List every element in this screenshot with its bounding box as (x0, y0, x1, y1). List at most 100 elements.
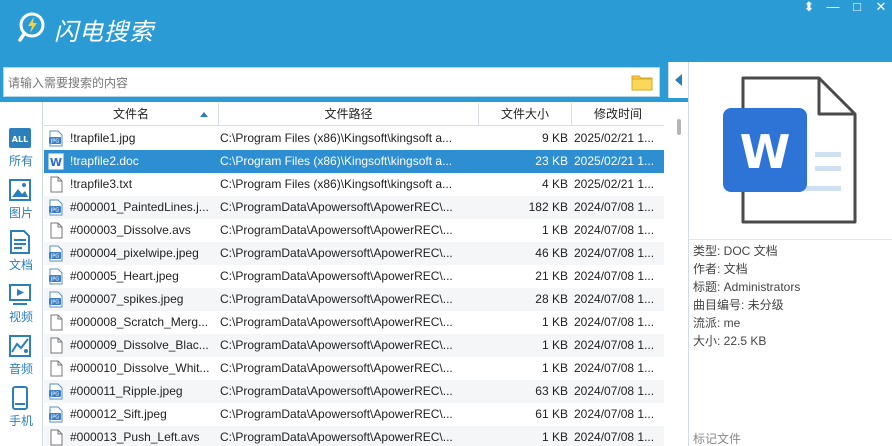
file-size: 9 KB (541, 131, 568, 145)
pin-button[interactable]: ⬍ (798, 0, 820, 16)
sidebar-item-audio[interactable]: 音频 (0, 328, 42, 380)
modified-time: 2024/07/08 1... (574, 223, 655, 237)
file-size: 1 KB (541, 430, 568, 444)
modified-time: 2024/07/08 1... (574, 200, 655, 214)
file-name: #000005_Heart.jpeg (70, 269, 179, 283)
file-size: 4 KB (541, 177, 568, 191)
table-row[interactable]: JPG #000005_Heart.jpeg C:\ProgramData\Apow… (44, 265, 664, 288)
generic-file-icon (48, 360, 64, 377)
sidebar-item-phone[interactable]: 手机 (0, 380, 42, 432)
file-table-body: JPG !trapfile1.jpg C:\Program Files (x86)\… (44, 127, 664, 446)
table-row[interactable]: #000009_Dissolve_Blac... C:\ProgramData\A… (44, 334, 664, 357)
close-button[interactable]: ✕ (870, 0, 892, 16)
minimize-button[interactable]: — (822, 0, 844, 16)
file-name: #000008_Scratch_Merg... (70, 315, 209, 329)
sidebar-item-label: 所有 (8, 154, 33, 168)
column-header-size[interactable]: 文件大小 (479, 103, 572, 126)
file-size: 182 KB (528, 200, 568, 214)
sort-ascending-icon (200, 112, 208, 117)
audio-icon (9, 335, 31, 357)
folder-icon[interactable] (631, 73, 653, 91)
svg-text:ALL: ALL (12, 135, 28, 144)
file-size: 46 KB (535, 246, 568, 260)
search-box (3, 67, 660, 97)
table-row[interactable]: #000003_Dissolve.avs C:\ProgramData\Apowe… (44, 219, 664, 242)
table-row[interactable]: JPG !trapfile1.jpg C:\Program Files (x86)\… (44, 127, 664, 150)
svg-text:W: W (740, 125, 791, 179)
file-path: C:\ProgramData\Apowersoft\ApowerREC\... (220, 269, 453, 283)
column-header-label: 修改时间 (593, 107, 642, 121)
sidebar-item-label: 视频 (8, 310, 33, 324)
column-header-label: 文件大小 (500, 107, 549, 121)
vertical-scrollbar[interactable] (665, 103, 687, 446)
file-name: #000001_PaintedLines.j... (70, 200, 209, 214)
table-row[interactable]: JPG #000007_spikes.jpeg C:\ProgramData\Apo… (44, 288, 664, 311)
image-icon (9, 179, 31, 201)
modified-time: 2024/07/08 1... (574, 338, 655, 352)
table-row[interactable]: #000010_Dissolve_Whit... C:\ProgramData\A… (44, 357, 664, 380)
table-row[interactable]: JPG #000012_Sift.jpeg C:\ProgramData\Apowe… (44, 403, 664, 426)
file-name: #000009_Dissolve_Blac... (70, 338, 209, 352)
search-input[interactable] (8, 74, 618, 92)
file-size: 21 KB (535, 269, 568, 283)
svg-text:JPG: JPG (50, 392, 59, 398)
file-path: C:\ProgramData\Apowersoft\ApowerREC\... (220, 200, 453, 214)
sidebar-item-label: 图片 (8, 206, 33, 220)
jpg-file-icon: JPG (48, 245, 64, 262)
table-row[interactable]: JPG #000001_PaintedLines.j... C:\ProgramDa… (44, 196, 664, 219)
generic-file-icon (48, 429, 64, 446)
table-row-selected[interactable]: W !trapfile2.doc C:\Program Files (x86)\Ki… (44, 150, 664, 173)
sidebar-item-images[interactable]: 图片 (0, 172, 42, 224)
svg-text:JPG: JPG (50, 254, 59, 260)
scrollbar-thumb[interactable] (677, 119, 681, 135)
jpg-file-icon: JPG (48, 268, 64, 285)
mark-file-label[interactable]: 标记文件 (693, 430, 741, 446)
column-header-label: 文件名 (112, 107, 149, 121)
file-name: #000007_spikes.jpeg (70, 292, 184, 306)
property-line: 作者: 文档 (693, 262, 748, 276)
table-row[interactable]: #000013_Push_Left.avs C:\ProgramData\Apow… (44, 426, 664, 446)
modified-time: 2025/02/21 1... (574, 131, 655, 145)
file-name: #000013_Push_Left.avs (70, 430, 200, 444)
property-line: 曲目编号: 未分级 (693, 298, 784, 312)
table-row[interactable]: JPG #000011_Ripple.jpeg C:\ProgramData\Apo… (44, 380, 664, 403)
file-path: C:\ProgramData\Apowersoft\ApowerREC\... (220, 384, 453, 398)
file-size: 28 KB (535, 292, 568, 306)
file-path: C:\ProgramData\Apowersoft\ApowerREC\... (220, 407, 453, 421)
sidebar-item-videos[interactable]: 视频 (0, 276, 42, 328)
file-path: C:\Program Files (x86)\Kingsoft\kingsoft… (220, 154, 453, 168)
file-size: 1 KB (541, 338, 568, 352)
modified-time: 2024/07/08 1... (574, 407, 655, 421)
column-header-modified[interactable]: 修改时间 (572, 103, 664, 126)
sidebar-item-all[interactable]: ALL 所有 (0, 120, 42, 172)
maximize-button[interactable]: □ (846, 0, 868, 16)
collapse-panel-button[interactable] (668, 62, 688, 98)
column-header-filename[interactable]: 文件名 (44, 103, 219, 126)
all-icon: ALL (9, 128, 31, 148)
file-path: C:\Program Files (x86)\Kingsoft\kingsoft… (220, 177, 453, 191)
generic-file-icon (48, 314, 64, 331)
property-line: 类型: DOC 文档 (693, 244, 778, 258)
file-name: #000012_Sift.jpeg (70, 407, 167, 421)
chevron-left-icon (675, 74, 682, 86)
file-size: 1 KB (541, 315, 568, 329)
file-name: #000004_pixelwipe.jpeg (70, 246, 199, 260)
svg-text:JPG: JPG (50, 300, 59, 306)
search-bar (0, 62, 688, 102)
table-row[interactable]: !trapfile3.txt C:\Program Files (x86)\Kin… (44, 173, 664, 196)
file-path: C:\ProgramData\Apowersoft\ApowerREC\... (220, 246, 453, 260)
property-line: 流派: me (693, 316, 741, 330)
property-line: 标题: Administrators (693, 280, 801, 294)
video-icon (9, 284, 31, 305)
modified-time: 2024/07/08 1... (574, 430, 655, 444)
file-name: !trapfile2.doc (70, 154, 139, 168)
doc-file-icon: W (48, 153, 64, 170)
file-size: 1 KB (541, 361, 568, 375)
table-row[interactable]: #000008_Scratch_Merg... C:\ProgramData\Ap… (44, 311, 664, 334)
table-row[interactable]: JPG #000004_pixelwipe.jpeg C:\ProgramData\… (44, 242, 664, 265)
jpg-file-icon: JPG (48, 199, 64, 216)
column-header-path[interactable]: 文件路径 (219, 103, 479, 126)
property-line: 大小: 22.5 KB (693, 334, 767, 348)
sidebar-item-documents[interactable]: 文档 (0, 224, 42, 276)
txt-file-icon (48, 176, 64, 193)
